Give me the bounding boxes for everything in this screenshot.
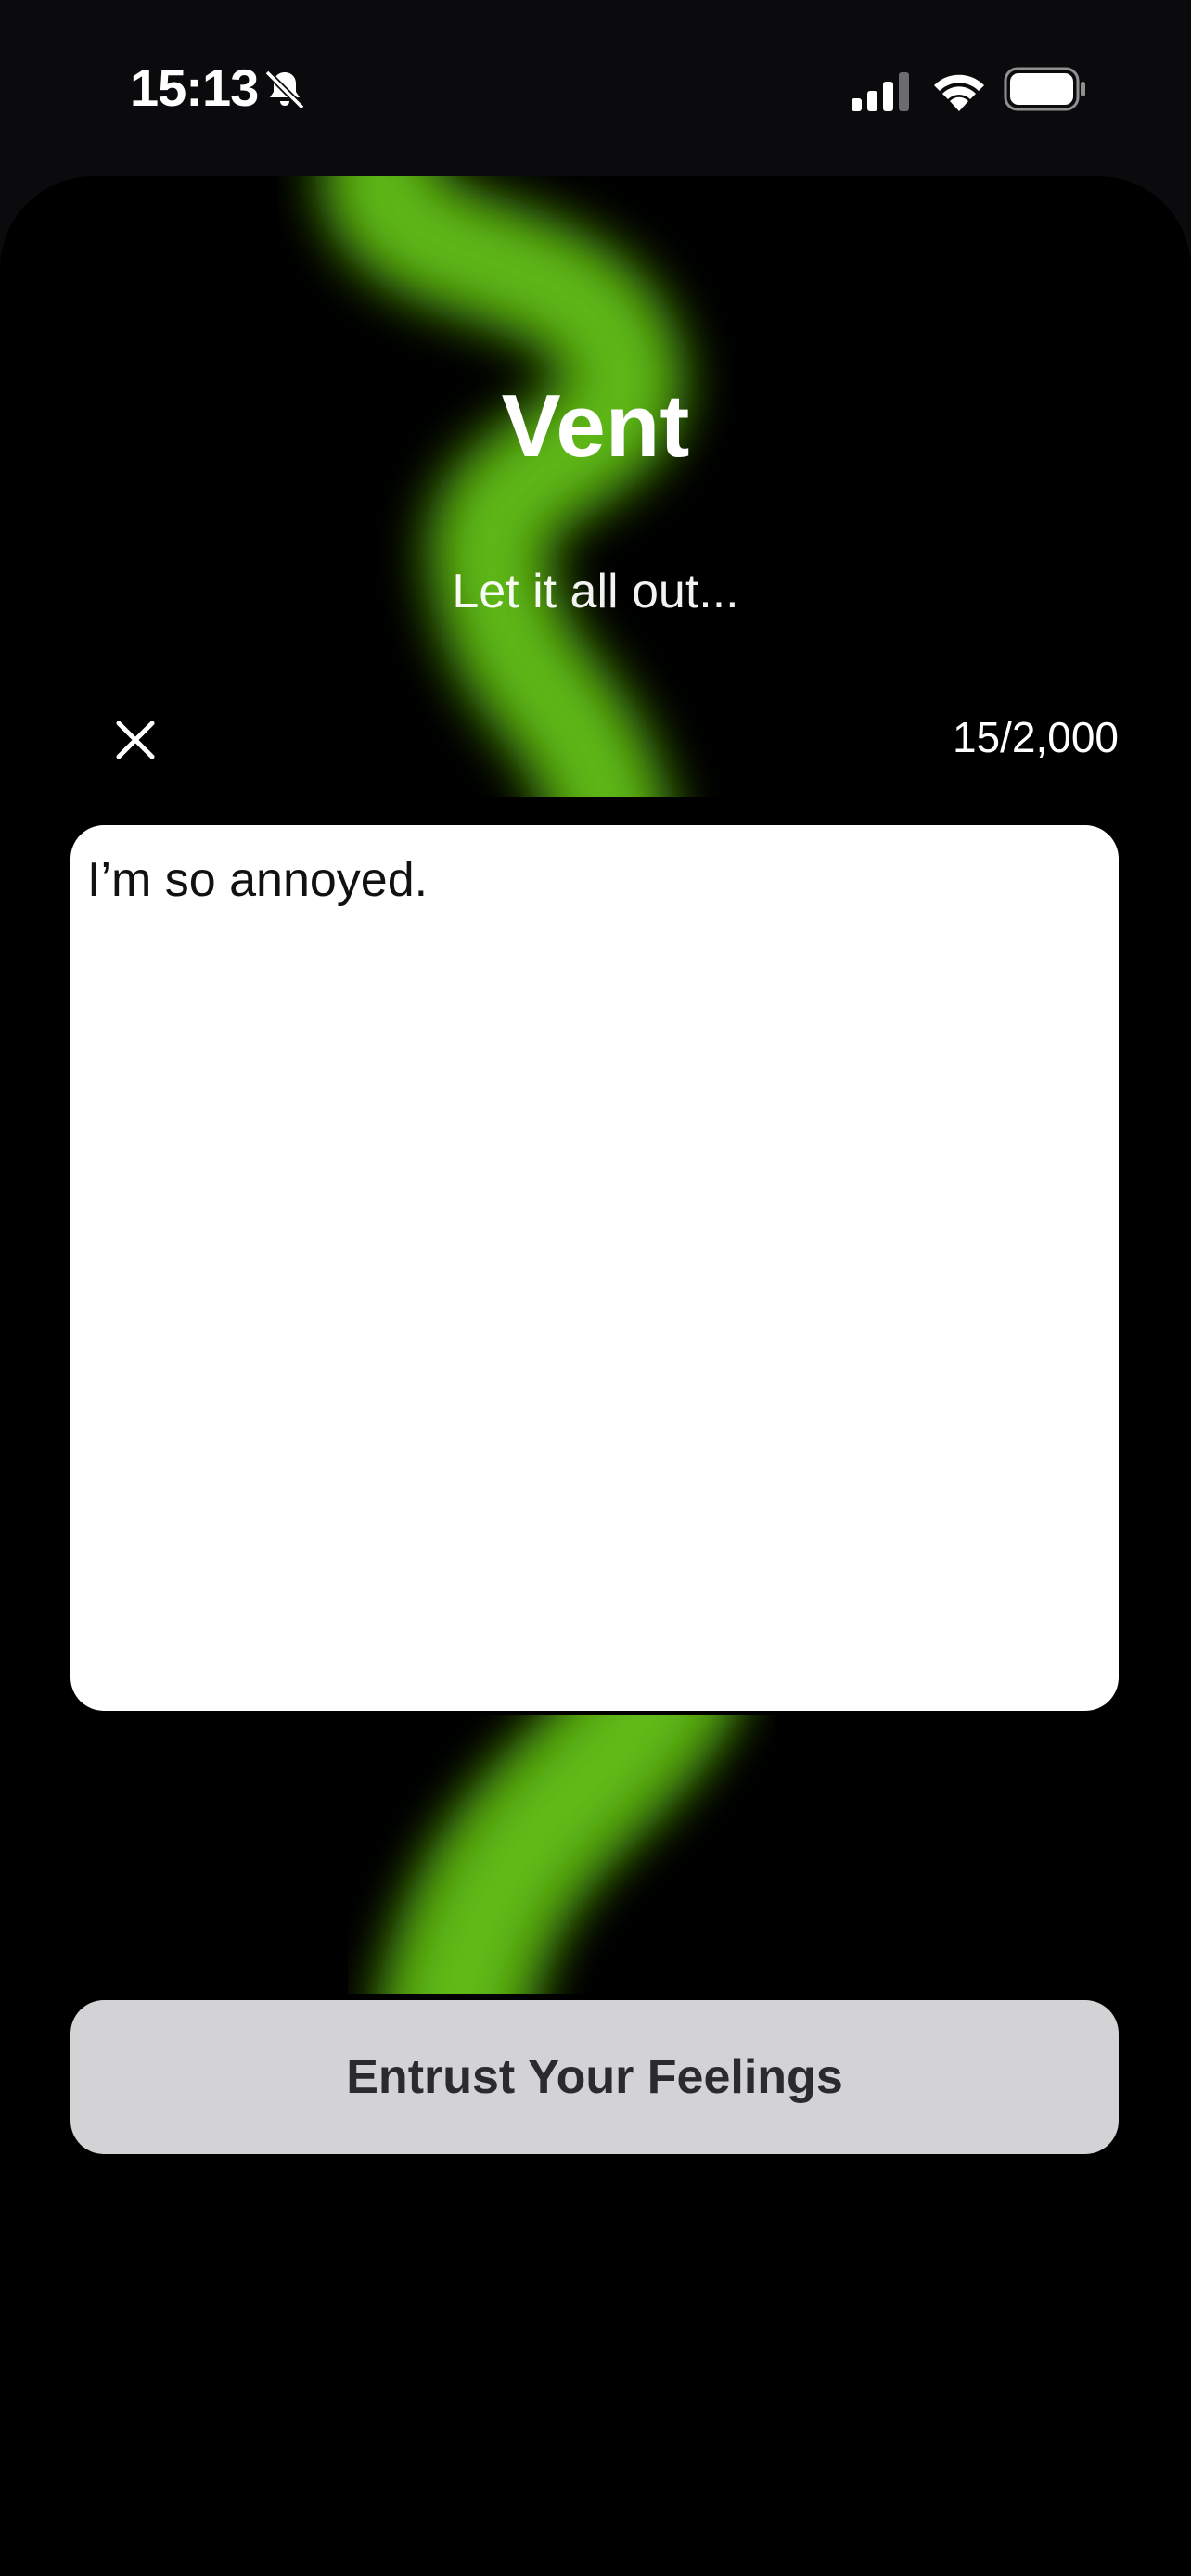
vent-text-value: I’m so annoyed. <box>87 853 429 907</box>
page-title: Vent <box>501 376 690 476</box>
green-glow-top <box>278 176 853 797</box>
green-glow-bottom <box>278 1715 798 1994</box>
page-subtitle: Let it all out... <box>452 565 739 618</box>
close-button[interactable] <box>102 707 169 773</box>
entrust-feelings-label: Entrust Your Feelings <box>346 2050 843 2104</box>
vent-text-input[interactable]: I’m so annoyed. <box>70 825 1119 1711</box>
wifi-icon <box>934 74 984 111</box>
status-time: 15:13 <box>130 58 259 117</box>
status-bar: 15:13 <box>0 0 1191 176</box>
entrust-feelings-button[interactable]: Entrust Your Feelings <box>70 2000 1119 2154</box>
character-counter: 15/2,000 <box>952 713 1119 761</box>
vent-sheet: Vent Let it all out... 15/2,000 I’m so a… <box>0 176 1191 2576</box>
close-icon <box>116 721 155 759</box>
battery-icon <box>1004 67 1085 111</box>
cellular-signal-icon <box>852 72 909 111</box>
bell-slash-icon <box>264 70 305 110</box>
